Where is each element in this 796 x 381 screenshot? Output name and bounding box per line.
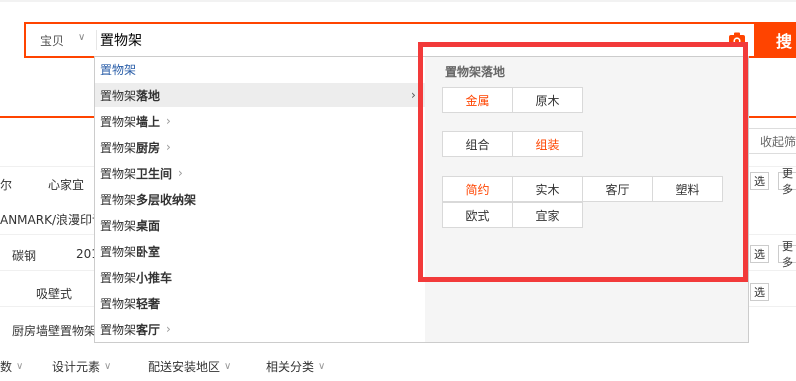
related-term-tag[interactable]: 原木 bbox=[512, 87, 583, 113]
related-term-tag[interactable]: 金属 bbox=[442, 87, 513, 113]
suggestion-item[interactable]: 置物架 桌面 bbox=[95, 213, 425, 237]
suggestion-suffix: 客厅 bbox=[136, 322, 161, 337]
filter-label: 设计元素 bbox=[52, 359, 101, 374]
search-input[interactable] bbox=[98, 24, 718, 56]
suggestion-item[interactable]: 置物架 卧室 bbox=[95, 239, 425, 263]
suggestion-suffix: 墙上 bbox=[136, 114, 161, 129]
suggestion-suffix: 小推车 bbox=[136, 270, 173, 285]
suggestion-suffix: 落地 bbox=[136, 88, 161, 103]
chevron-down-icon: ∨ bbox=[318, 360, 326, 372]
suggestion-item[interactable]: 置物架 bbox=[95, 57, 425, 81]
filter-dropdown[interactable]: 数 ∨ bbox=[0, 358, 46, 375]
suggestion-list: 置物架 置物架 落地 › 置物架 墙上 › 置物架 厨房 › 置物架 卫生间 › 置物架 多层收纳架 置物架桌… bbox=[95, 57, 425, 342]
suggestion-prefix: 置物架 bbox=[100, 296, 137, 311]
related-term-tag[interactable]: 客厅 bbox=[582, 176, 653, 202]
search-suggestion-dropdown: 置物架 置物架 落地 › 置物架 墙上 › 置物架 厨房 › 置物架 卫生间 › 置物架 多层收纳架 置物架桌… bbox=[94, 56, 749, 343]
suggestion-suffix: 厨房 bbox=[136, 140, 161, 155]
chevron-down-icon: ∨ bbox=[224, 360, 232, 372]
suggestion-item[interactable]: 置物架 墙上 › bbox=[95, 109, 425, 133]
brand-option[interactable]: ANMARK/浪漫印记 bbox=[0, 211, 104, 228]
multi-select-button[interactable]: 选 bbox=[750, 172, 769, 190]
filter-dropdown[interactable]: 设计元素 ∨ bbox=[52, 358, 142, 375]
related-term-tag[interactable]: 简约 bbox=[442, 176, 513, 202]
search-bar: 宝贝 ∨ bbox=[24, 22, 764, 58]
brand-option[interactable]: 尔 bbox=[0, 176, 12, 193]
chevron-down-icon: ∨ bbox=[78, 32, 86, 43]
suggestion-item[interactable]: 置物架 小推车 bbox=[95, 265, 425, 289]
install-option[interactable]: 吸壁式 bbox=[36, 285, 72, 302]
suggestion-suffix: 轻奢 bbox=[136, 296, 161, 311]
more-button[interactable]: 更多 bbox=[778, 240, 796, 269]
suggestion-suffix: 多层收纳架 bbox=[136, 192, 197, 207]
related-terms-panel: 置物架落地 金属 原木组合 组装简约 实木 客厅 塑料欧式 宜家 bbox=[425, 57, 748, 342]
suggestion-suffix: 桌面 bbox=[136, 218, 161, 233]
panel-title: 置物架落地 bbox=[445, 65, 506, 79]
suggestion-prefix: 置物架 bbox=[100, 218, 137, 233]
suggestion-item[interactable]: 置物架 多层收纳架 bbox=[95, 187, 425, 211]
related-term-tag[interactable]: 组装 bbox=[512, 131, 583, 157]
material-option[interactable]: 碳钢 bbox=[12, 247, 36, 264]
related-term-tag[interactable]: 组合 bbox=[442, 131, 513, 157]
filter-label: 相关分类 bbox=[266, 359, 315, 374]
suggestion-suffix: 卧室 bbox=[136, 244, 161, 259]
related-term-tag[interactable]: 实木 bbox=[512, 176, 583, 202]
chevron-right-icon: › bbox=[178, 166, 183, 180]
suggestion-prefix: 置物架 bbox=[100, 270, 137, 285]
suggestion-item[interactable]: 置物架 客厅 › bbox=[95, 317, 425, 341]
suggestion-prefix: 置物架 bbox=[100, 192, 137, 207]
suggestion-prefix: 置物架 bbox=[100, 114, 137, 129]
suggestion-prefix: 置物架 bbox=[100, 140, 137, 155]
suggestion-prefix: 置物架 bbox=[100, 88, 137, 103]
chevron-right-icon: › bbox=[166, 322, 171, 336]
suggestion-prefix: 置物架 bbox=[100, 62, 137, 77]
chevron-down-icon: ∨ bbox=[16, 360, 24, 372]
suggestion-prefix: 置物架 bbox=[100, 244, 137, 259]
filter-label: 数 bbox=[0, 359, 13, 374]
suggestion-prefix: 置物架 bbox=[100, 322, 137, 337]
filter-dropdown[interactable]: 相关分类 ∨ bbox=[266, 358, 346, 375]
search-page: 宝贝 ∨ 搜 收起筛 尔 心家宜 选 更多 ANMARK/浪漫印记 碳钢 201… bbox=[0, 0, 796, 381]
suggestion-item[interactable]: 置物架 厨房 › bbox=[95, 135, 425, 159]
suggestion-item[interactable]: 置物架 卫生间 › bbox=[95, 161, 425, 185]
filter-bar: 数 ∨ 设计元素 ∨ 配送安装地区 ∨ 相关分类 ∨ bbox=[0, 354, 346, 378]
chevron-right-icon: › bbox=[166, 140, 171, 154]
chevron-down-icon: ∨ bbox=[104, 360, 112, 372]
search-scope-select[interactable]: 宝贝 ∨ bbox=[26, 24, 96, 56]
suggestion-suffix: 卫生间 bbox=[136, 166, 173, 181]
suggestion-prefix: 置物架 bbox=[100, 166, 137, 181]
category-option[interactable]: 厨房墙壁置物架 bbox=[12, 322, 96, 339]
chevron-right-icon: › bbox=[411, 88, 416, 102]
scope-divider bbox=[96, 30, 97, 50]
suggestion-item[interactable]: 置物架 轻奢 bbox=[95, 291, 425, 315]
collapse-filters-button[interactable]: 收起筛 bbox=[742, 128, 796, 154]
multi-select-button[interactable]: 选 bbox=[750, 283, 769, 301]
multi-select-button[interactable]: 选 bbox=[750, 245, 769, 263]
more-button[interactable]: 更多 bbox=[778, 167, 796, 196]
brand-option[interactable]: 心家宜 bbox=[48, 176, 84, 193]
top-divider bbox=[0, 0, 796, 2]
related-term-tag[interactable]: 欧式 bbox=[442, 202, 513, 228]
filter-dropdown[interactable]: 配送安装地区 ∨ bbox=[148, 358, 260, 375]
chevron-right-icon: › bbox=[166, 114, 171, 128]
search-scope-label: 宝贝 bbox=[40, 33, 65, 48]
related-term-tag[interactable]: 宜家 bbox=[512, 202, 583, 228]
suggestion-item[interactable]: 置物架 落地 › bbox=[95, 83, 425, 107]
related-term-tag[interactable]: 塑料 bbox=[652, 176, 723, 202]
camera-icon[interactable] bbox=[728, 32, 746, 48]
search-button[interactable]: 搜 bbox=[754, 22, 796, 58]
filter-label: 配送安装地区 bbox=[148, 359, 221, 374]
